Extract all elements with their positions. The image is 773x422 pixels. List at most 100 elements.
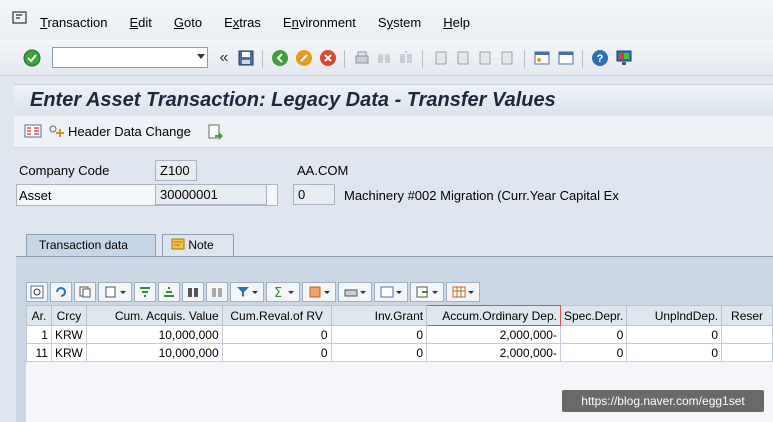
menu-environment[interactable]: Environment [283, 15, 356, 30]
views-menu-icon[interactable] [374, 282, 408, 302]
accum-ordinary-dep-cell[interactable]: 2,000,000- [426, 325, 561, 344]
command-input[interactable] [53, 48, 189, 67]
svg-text:Σ: Σ [274, 286, 282, 299]
tab-note[interactable]: Note [162, 234, 234, 256]
column-header-cum-acquis-value[interactable]: Cum. Acquis. Value [85, 305, 223, 326]
copy-icon[interactable] [74, 282, 96, 302]
transaction-grid: Ar. Crcy Cum. Acquis. Value Cum.Reval.of… [26, 305, 773, 362]
export-menu-icon[interactable] [410, 282, 444, 302]
column-header-inv-grant[interactable]: Inv.Grant [330, 305, 428, 326]
first-page-icon[interactable] [430, 48, 450, 68]
subtotal-menu-icon[interactable] [302, 282, 336, 302]
column-header-cum-reval-rv[interactable]: Cum.Reval.of RV [221, 305, 332, 326]
filter-menu-icon[interactable] [230, 282, 264, 302]
company-name: AA.COM [297, 163, 349, 178]
company-code-label: Company Code [19, 163, 110, 178]
find-next-icon[interactable] [206, 282, 228, 302]
layout-menu-icon[interactable] [614, 48, 634, 68]
menu-system[interactable]: System [378, 15, 421, 30]
svg-text:?: ? [597, 53, 604, 65]
previous-page-icon[interactable] [452, 48, 472, 68]
chevron-down-icon[interactable] [197, 54, 205, 59]
tab-transaction-data[interactable]: Transaction data [26, 234, 156, 256]
sum-menu-icon[interactable]: Σ [266, 282, 300, 302]
find-next-icon[interactable] [396, 48, 416, 68]
column-header-accum-ordinary-dep[interactable]: Accum.Ordinary Dep. [426, 305, 561, 326]
page-title: Enter Asset Transaction: Legacy Data - T… [30, 89, 556, 111]
grid-toolbar: Σ [26, 282, 773, 306]
post-icon[interactable] [206, 123, 224, 144]
enter-icon[interactable] [22, 48, 42, 68]
command-field[interactable] [52, 47, 208, 68]
collapse-toolbar-icon[interactable]: « [214, 48, 234, 68]
area-cell: 1 [26, 325, 52, 344]
layout-menu-icon[interactable] [446, 282, 480, 302]
inv-grant-cell[interactable]: 0 [330, 343, 428, 362]
last-page-icon[interactable] [496, 48, 516, 68]
spec-depr-cell[interactable]: 0 [559, 343, 628, 362]
company-code-field: Z100 [155, 160, 197, 181]
toolbar-separator [422, 50, 423, 68]
details-icon[interactable] [26, 282, 48, 302]
header-data-change-button[interactable]: Header Data Change [68, 124, 191, 139]
menu-edit[interactable]: Edit [129, 15, 151, 30]
spec-depr-cell[interactable]: 0 [559, 325, 628, 344]
refresh-icon[interactable] [50, 282, 72, 302]
asset-label: Asset [19, 188, 52, 203]
currency-cell: KRW [50, 343, 87, 362]
sort-ascending-icon[interactable] [134, 282, 156, 302]
back-icon[interactable] [270, 48, 290, 68]
grid-header-row: Ar. Crcy Cum. Acquis. Value Cum.Reval.of… [26, 305, 773, 326]
header-form: Company Code Z100 AA.COM Asset 30000001 … [14, 154, 773, 210]
cum-reval-rv-cell[interactable]: 0 [221, 343, 332, 362]
asset-description: Machinery #002 Migration (Curr.Year Capi… [344, 188, 619, 203]
next-page-icon[interactable] [474, 48, 494, 68]
toolbar-separator [582, 50, 583, 68]
menu-help[interactable]: Help [443, 15, 470, 30]
cum-reval-rv-cell[interactable]: 0 [221, 325, 332, 344]
shortcut-icon[interactable] [556, 48, 576, 68]
print-icon[interactable] [352, 48, 372, 68]
tab-label: Note [188, 238, 214, 252]
paste-menu-icon[interactable] [98, 282, 132, 302]
save-icon[interactable] [236, 48, 256, 68]
unplnd-dep-cell[interactable]: 0 [626, 325, 723, 344]
sort-descending-icon[interactable] [158, 282, 180, 302]
column-header-spec-depr[interactable]: Spec.Depr. [559, 305, 628, 326]
exit-icon[interactable] [294, 48, 314, 68]
asset-subnumber-field: 0 [293, 184, 335, 205]
asset-values-icon[interactable] [24, 123, 42, 142]
inv-grant-cell[interactable]: 0 [330, 325, 428, 344]
print-preview-menu-icon[interactable] [338, 282, 372, 302]
column-header-reserve[interactable]: Reser [721, 305, 773, 326]
help-icon[interactable]: ? [590, 48, 610, 68]
cum-acquis-value-cell[interactable]: 10,000,000 [85, 343, 223, 362]
reserve-cell[interactable] [721, 343, 773, 362]
find-icon[interactable] [182, 282, 204, 302]
tab-label: Transaction data [39, 238, 128, 252]
menu-goto[interactable]: Goto [174, 15, 202, 30]
toolbar-separator [524, 50, 525, 68]
column-header-unplnd-dep[interactable]: UnplndDep. [626, 305, 723, 326]
table-row: 1 KRW 10,000,000 0 0 2,000,000- 0 0 [26, 325, 773, 344]
new-session-icon[interactable] [532, 48, 552, 68]
note-icon [171, 238, 185, 250]
unplnd-dep-cell[interactable]: 0 [626, 343, 723, 362]
currency-cell: KRW [50, 325, 87, 344]
reserve-cell[interactable] [721, 325, 773, 344]
watermark: https://blog.naver.com/egg1set [562, 390, 764, 412]
asset-number-field: 30000001 [155, 184, 267, 205]
title-bar: Enter Asset Transaction: Legacy Data - T… [14, 84, 773, 114]
menu-bar: Transaction Edit Goto Extras Environment… [0, 0, 773, 40]
cum-acquis-value-cell[interactable]: 10,000,000 [85, 325, 223, 344]
menu-exit-icon[interactable] [12, 11, 28, 25]
area-cell: 11 [26, 343, 52, 362]
header-change-icon[interactable] [48, 123, 66, 142]
column-header-area[interactable]: Ar. [26, 305, 52, 326]
accum-ordinary-dep-cell[interactable]: 2,000,000- [426, 343, 561, 362]
menu-transaction[interactable]: Transaction [40, 15, 107, 30]
find-icon[interactable] [374, 48, 394, 68]
cancel-icon[interactable] [318, 48, 338, 68]
column-header-currency[interactable]: Crcy [50, 305, 87, 326]
menu-extras[interactable]: Extras [224, 15, 261, 30]
